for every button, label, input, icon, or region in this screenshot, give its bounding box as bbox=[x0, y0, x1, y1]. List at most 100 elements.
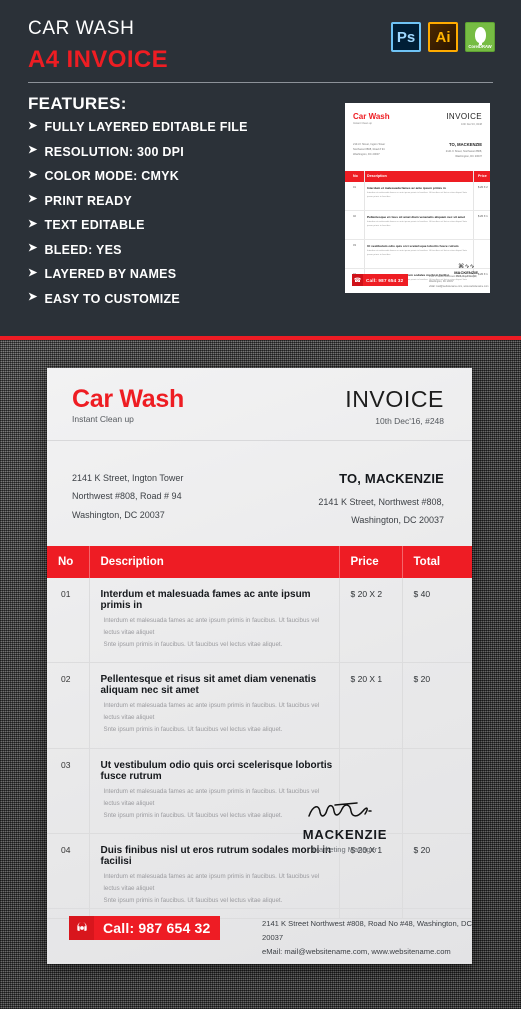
feature-label: TEXT EDITABLE bbox=[44, 218, 145, 232]
table-row: 02 Pellentesque et risus sit amet diam v… bbox=[47, 662, 472, 749]
list-item: ➤ EASY TO CUSTOMIZE bbox=[28, 292, 328, 306]
line-item-desc-line: Interdum et malesuada fames ac ante ipsu… bbox=[103, 617, 320, 637]
headset-icon-svg bbox=[76, 922, 87, 931]
table-header-row: No Description Price Total bbox=[47, 546, 472, 578]
illustrator-icon: Ai bbox=[428, 22, 458, 52]
invoice-logo: Car Wash bbox=[72, 385, 184, 413]
table-row: 01 Interdum et malesuada fames ac ante i… bbox=[47, 578, 472, 664]
footer-address: 2141 K Street Northwest #808, Road No #4… bbox=[262, 917, 472, 959]
promo-subtitle: A4 INVOICE bbox=[28, 46, 169, 73]
invoice-parties: 2141 K Street, Ington Tower Northwest #8… bbox=[47, 441, 472, 546]
arrow-bullet-icon: ➤ bbox=[28, 217, 38, 230]
cell-total: $ 20 bbox=[402, 662, 472, 749]
thumbnail-row-price: $ 20 X 2 bbox=[478, 186, 488, 189]
feature-label: FULLY LAYERED EDITABLE FILE bbox=[44, 120, 248, 134]
cell-no: 04 bbox=[47, 833, 90, 920]
thumbnail-th-desc: Description bbox=[367, 174, 387, 179]
sender-address-line: Washington, DC 20037 bbox=[72, 509, 165, 520]
invoice-header: Car Wash Instant Clean up INVOICE 10th D… bbox=[47, 368, 472, 441]
thumbnail-bill-to-address: 2141 K Street, Northwest #808, Washingto… bbox=[445, 150, 482, 158]
feature-label: EASY TO CUSTOMIZE bbox=[44, 291, 180, 306]
list-item: ➤ BLEED: YES bbox=[28, 243, 328, 257]
thumbnail-page: Car Wash Instant Clean up INVOICE 10th D… bbox=[345, 103, 490, 293]
thumbnail-row-no: 02 bbox=[353, 215, 356, 218]
thumbnail-row-price: $ 20 X 1 bbox=[478, 215, 488, 218]
bill-to-address-line: 2141 K Street, Northwest #808, bbox=[318, 497, 444, 507]
thumbnail-signature-mark: ⌘∿∿ bbox=[458, 263, 475, 270]
thumbnail-bill-to: TO, MACKENZIE bbox=[449, 142, 482, 147]
bill-to-address: 2141 K Street, Northwest #808, Washingto… bbox=[244, 493, 444, 530]
thumbnail-row-no: 03 bbox=[353, 244, 356, 247]
footer-address-line: 2141 K Street Northwest #808, Road No #4… bbox=[262, 919, 472, 943]
cell-no: 01 bbox=[47, 578, 90, 664]
thumbnail-th-no: No bbox=[353, 174, 358, 179]
thumbnail-row-desc: Interdum et malesuada fames ac ante ipsu… bbox=[367, 221, 467, 228]
column-header-no: No bbox=[47, 546, 90, 578]
photoshop-icon: Ps bbox=[391, 22, 421, 52]
handwritten-signature-svg bbox=[308, 802, 372, 817]
features-heading: FEATURES: bbox=[28, 94, 127, 113]
list-item: ➤ LAYERED BY NAMES bbox=[28, 267, 328, 281]
cell-description: Interdum et malesuada fames ac ante ipsu… bbox=[89, 578, 340, 664]
arrow-bullet-icon: ➤ bbox=[28, 266, 38, 279]
line-item-title: Pellentesque et risus sit amet diam vene… bbox=[100, 674, 317, 697]
software-compatibility-icons: Ps Ai CorelDRAW bbox=[391, 22, 495, 52]
table-head: No Description Price Total bbox=[47, 546, 472, 578]
cell-description: Pellentesque et risus sit amet diam vene… bbox=[89, 662, 340, 749]
thumbnail-row-title: Pellentesque et risus sit amet diam vene… bbox=[367, 214, 466, 219]
cell-total: $ 40 bbox=[402, 578, 472, 664]
feature-label: RESOLUTION: 300 DPI bbox=[44, 144, 184, 159]
thumbnail-footer: Call: 987 654 32 ☎ 2141 K Street Northwe… bbox=[345, 274, 490, 288]
feature-label: LAYERED BY NAMES bbox=[44, 267, 177, 281]
line-item-title: Ut vestibulum odio quis orci scelerisque… bbox=[100, 759, 333, 782]
thumbnail-logo-tagline: Instant Clean up bbox=[353, 122, 372, 125]
promo-title: CAR WASH bbox=[28, 18, 135, 39]
signature-block: MACKENZIE Marketing Manager bbox=[260, 798, 430, 854]
thumbnail-row-desc: Interdum et malesuada fames ac ante ipsu… bbox=[367, 192, 467, 199]
sender-address-line: Northwest #808, Road # 94 bbox=[72, 491, 182, 502]
invoice-heading: INVOICE bbox=[345, 386, 444, 412]
footer-contact-line: eMail: mail@websitename.com, www.website… bbox=[262, 947, 451, 957]
line-item-title: Interdum et malesuada fames ac ante ipsu… bbox=[100, 589, 311, 611]
arrow-bullet-icon: ➤ bbox=[28, 193, 38, 205]
line-item-desc-line: Snte ipsum primis in faucibus. Ut faucib… bbox=[103, 897, 283, 905]
sender-address: 2141 K Street, Ington Tower Northwest #8… bbox=[72, 469, 183, 524]
sender-address-line: 2141 K Street, Ington Tower bbox=[72, 473, 184, 483]
line-items-table: No Description Price Total 01 Interdum e… bbox=[47, 546, 472, 920]
signature-mark-icon bbox=[260, 798, 430, 824]
headset-phone-icon bbox=[69, 916, 94, 940]
thumbnail-th-price: Price bbox=[478, 174, 487, 179]
line-item-desc-line: Snte ipsum primis in faucibus. Ut faucib… bbox=[103, 641, 283, 649]
column-header-total: Total bbox=[402, 546, 472, 578]
illustrator-icon-label: Ai bbox=[435, 28, 451, 46]
arrow-bullet-icon: ➤ bbox=[28, 144, 38, 156]
features-list: ➤ FULLY LAYERED EDITABLE FILE ➤ RESOLUTION… bbox=[28, 120, 328, 316]
cell-price: $ 20 X 2 bbox=[339, 578, 403, 664]
thumbnail-date: 10th Dec'16, #248 bbox=[461, 123, 482, 126]
cell-no: 03 bbox=[47, 748, 90, 834]
footer-divider bbox=[47, 908, 472, 909]
arrow-bullet-icon: ➤ bbox=[28, 291, 38, 303]
thumbnail-phone-icon: ☎ bbox=[352, 274, 363, 286]
thumbnail-row-no: 01 bbox=[353, 186, 356, 189]
arrow-bullet-icon: ➤ bbox=[28, 119, 38, 132]
thumbnail-table-header: No Description Price Total bbox=[345, 171, 490, 182]
feature-label: COLOR MODE: CMYK bbox=[44, 169, 180, 183]
thumbnail-table-row: 02 Pellentesque et risus sit amet diam v… bbox=[345, 211, 490, 240]
column-header-description: Description bbox=[89, 546, 340, 578]
thumbnail-row-title: Interdum et malesuada fames ac ante ipsu… bbox=[367, 185, 446, 190]
call-number-label: Call: 987 654 32 bbox=[94, 916, 220, 940]
photoshop-icon-label: Ps bbox=[396, 28, 416, 46]
list-item: ➤ RESOLUTION: 300 DPI bbox=[28, 145, 328, 159]
thumbnail-row-title: Ut vestibulum odio quis orci scelerisque… bbox=[367, 243, 459, 248]
line-item-desc-line: Interdum et malesuada fames ac ante ipsu… bbox=[103, 702, 320, 722]
invoice-footer: Call: 987 654 32 2141 K Street Northwest… bbox=[47, 908, 472, 956]
list-item: ➤ FULLY LAYERED EDITABLE FILE bbox=[28, 120, 328, 134]
list-item: ➤ PRINT READY bbox=[28, 194, 328, 208]
invoice-date-number: 10th Dec'16, #248 bbox=[375, 416, 444, 426]
signature-role: Marketing Manager bbox=[312, 845, 378, 854]
invoice-logo-tagline: Instant Clean up bbox=[72, 414, 134, 424]
arrow-bullet-icon: ➤ bbox=[28, 168, 38, 181]
call-badge[interactable]: Call: 987 654 32 bbox=[69, 916, 220, 940]
invoice-document: Car Wash Instant Clean up INVOICE 10th D… bbox=[47, 368, 472, 964]
